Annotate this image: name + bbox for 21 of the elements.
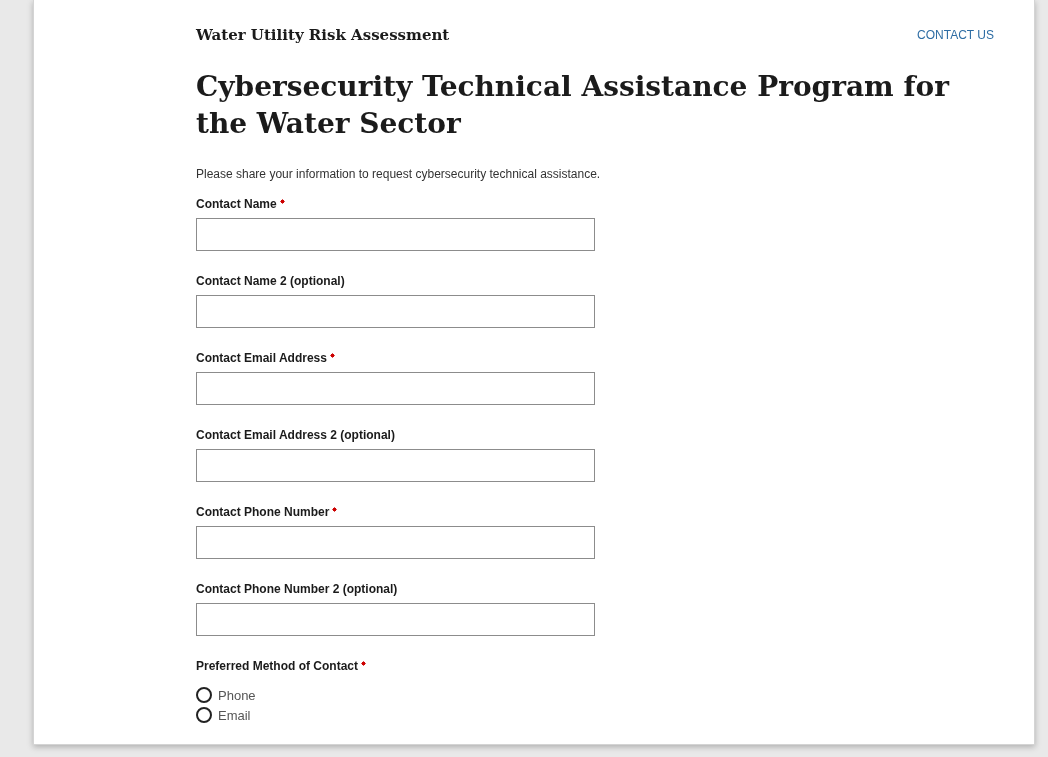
input-field[interactable]	[196, 295, 595, 328]
site-title: Water Utility Risk Assessment	[196, 26, 450, 44]
field-label: Contact Phone Number 2 (optional)	[196, 582, 398, 596]
intro-text: Please share your information to request cybersecurity technical assistance.	[196, 167, 602, 181]
input-field[interactable]	[196, 218, 595, 251]
radio-label[interactable]: Phone	[218, 687, 256, 703]
field-label: Contact Phone Number	[196, 505, 330, 519]
input-field[interactable]	[196, 526, 595, 559]
field-label: Contact Email Address	[196, 351, 327, 365]
input-field[interactable]	[196, 603, 595, 636]
radio-button[interactable]	[196, 707, 212, 723]
input-field[interactable]	[196, 449, 595, 482]
radio-button[interactable]	[196, 687, 212, 703]
field-label: Contact Email Address 2 (optional)	[196, 428, 395, 442]
radio-label[interactable]: Email	[218, 707, 251, 723]
contact-link[interactable]: CONTACT US	[917, 28, 994, 42]
field-label: Contact Name 2 (optional)	[196, 274, 345, 288]
input-field[interactable]	[196, 372, 595, 405]
page-title: Cybersecurity Technical Assistance Program for the Water Sector	[196, 69, 951, 142]
field-label: Contact Name	[196, 197, 277, 211]
field-label: Preferred Method of Contact	[196, 659, 358, 673]
